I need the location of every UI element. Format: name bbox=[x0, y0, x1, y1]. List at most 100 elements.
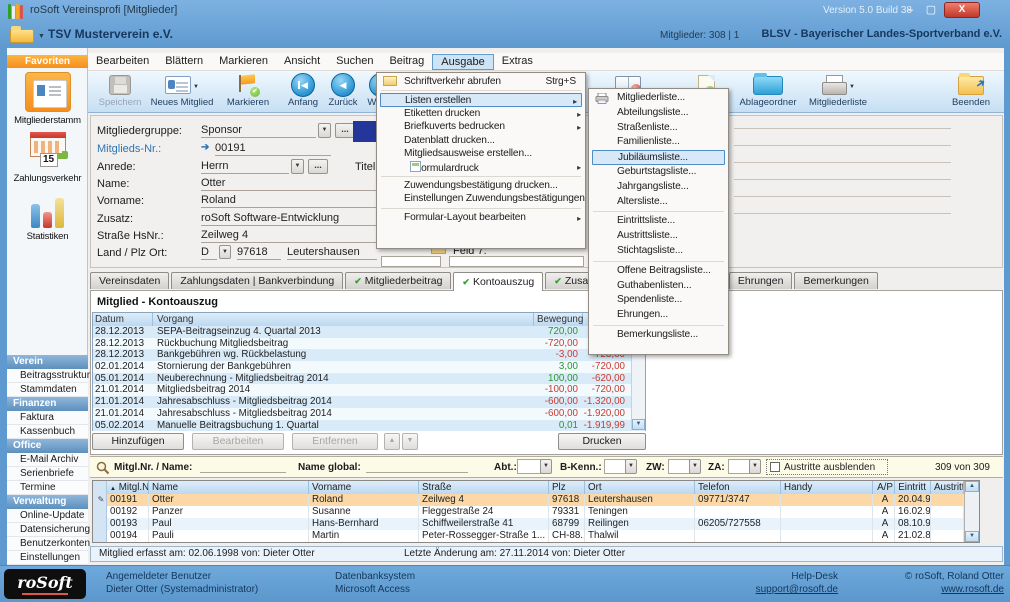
column-header[interactable]: Handy bbox=[781, 481, 873, 494]
menu-ausgabe[interactable]: Ausgabe bbox=[432, 54, 493, 70]
bkenn-select[interactable] bbox=[604, 459, 626, 474]
sidebar-item-serienbriefe[interactable]: Serienbriefe bbox=[7, 467, 88, 481]
remove-button[interactable]: Entfernen bbox=[292, 433, 378, 450]
menu-markieren[interactable]: Markieren bbox=[211, 54, 276, 70]
dropdown-button[interactable]: ▼ bbox=[625, 459, 637, 474]
strasse-field[interactable]: Zeilweg 4 bbox=[201, 228, 377, 243]
field-box[interactable] bbox=[381, 256, 441, 267]
add-button[interactable]: Hinzufügen bbox=[92, 433, 184, 450]
field-box[interactable] bbox=[449, 256, 584, 267]
column-header[interactable]: Ort bbox=[585, 481, 695, 494]
close-button[interactable]: X bbox=[944, 2, 980, 18]
new-member-button[interactable]: Neues Mitglied bbox=[146, 73, 218, 108]
submenu-item-jubilaeumsliste[interactable]: Jubiläumsliste... bbox=[592, 150, 725, 165]
print-button[interactable]: Drucken bbox=[558, 433, 646, 450]
ellipsis-button[interactable]: ... bbox=[308, 159, 328, 174]
sidebar-item-mitgliederstamm[interactable]: Mitgliederstamm bbox=[7, 72, 88, 126]
column-header[interactable]: Telefon bbox=[695, 481, 781, 494]
ort-field[interactable]: Leutershausen bbox=[287, 245, 377, 260]
table-row[interactable]: 05.02.2014Manuelle Beitragsbuchung 1. Qu… bbox=[93, 420, 645, 432]
move-down-button[interactable]: ▼ bbox=[402, 433, 418, 450]
website-link[interactable]: www.rosoft.de bbox=[846, 584, 1004, 595]
submenu-item-spendenliste[interactable]: Spendenliste... bbox=[589, 293, 728, 308]
grid-row[interactable]: 00192PanzerSusanneFleggestraße 2479331Te… bbox=[93, 506, 979, 518]
mark-button[interactable]: ✔Markieren bbox=[220, 73, 276, 108]
sidebar-item-zahlungsverkehr[interactable]: 15 Zahlungsverkehr bbox=[7, 132, 88, 184]
tab-mitgliederbeitrag[interactable]: Mitgliederbeitrag bbox=[345, 272, 451, 289]
table-row[interactable]: 21.01.2014Jahresabschluss - Mitgliedsbei… bbox=[93, 408, 645, 420]
sidebar-item-email-archiv[interactable]: E-Mail Archiv bbox=[7, 453, 88, 467]
plz-field[interactable]: 97618 bbox=[237, 245, 281, 260]
abteilung-select[interactable] bbox=[517, 459, 541, 474]
column-header[interactable]: A/P bbox=[873, 481, 895, 494]
column-header[interactable]: Vorname bbox=[309, 481, 419, 494]
dropdown-button[interactable]: ▼ bbox=[318, 123, 331, 138]
column-header[interactable]: Austritt bbox=[931, 481, 964, 494]
sidebar-item-beitragsstruktur[interactable]: Beitragsstruktur bbox=[7, 369, 88, 383]
tab-ehrungen[interactable]: Ehrungen bbox=[729, 272, 793, 289]
minimize-button[interactable] bbox=[900, 3, 920, 18]
vorname-field[interactable]: Roland bbox=[201, 193, 377, 208]
mitgliedsnr-field[interactable]: 00191 bbox=[215, 141, 331, 156]
submenu-item-offene-beitragsliste[interactable]: Offene Beitragsliste... bbox=[589, 264, 728, 279]
grid-row-selected[interactable]: ✎ 00191OtterRolandZeilweg 497618Leutersh… bbox=[93, 494, 979, 506]
menu-item-mitgliedsausweise[interactable]: Mitgliedsausweise erstellen... bbox=[377, 147, 585, 160]
submenu-item-bemerkungsliste[interactable]: Bemerkungsliste... bbox=[589, 328, 728, 343]
menu-item-etiketten[interactable]: Etiketten drucken bbox=[377, 107, 585, 120]
tab-kontoauszug[interactable]: Kontoauszug bbox=[453, 272, 543, 291]
table-row[interactable]: 28.12.2013Rückbuchung Mitgliedsbeitrag-7… bbox=[93, 338, 645, 350]
submenu-item-austrittsliste[interactable]: Austrittsliste... bbox=[589, 229, 728, 244]
mitgliedergruppe-field[interactable]: Sponsor bbox=[201, 123, 316, 138]
dropdown-button[interactable]: ▼ bbox=[689, 459, 701, 474]
dropdown-button[interactable]: ▼ bbox=[219, 245, 231, 259]
table-row[interactable]: 21.01.2014Mitgliedsbeitrag 2014-100,00-7… bbox=[93, 384, 645, 396]
nav-first-button[interactable]: Anfang bbox=[284, 73, 322, 108]
menu-item-formular-layout[interactable]: Formular-Layout bearbeiten bbox=[377, 211, 585, 224]
submenu-item-stichtagsliste[interactable]: Stichtagsliste... bbox=[589, 244, 728, 259]
column-header[interactable]: Bewegung bbox=[534, 313, 583, 326]
submenu-item-abteilungsliste[interactable]: Abteilungsliste... bbox=[589, 106, 728, 121]
sidebar-item-benutzerkonten[interactable]: Benutzerkonten bbox=[7, 537, 88, 551]
dropdown-caret-icon[interactable] bbox=[849, 80, 855, 91]
menu-item-briefkuverts[interactable]: Briefkuverts bedrucken bbox=[377, 120, 585, 133]
submenu-item-guthabenlisten[interactable]: Guthabenlisten... bbox=[589, 279, 728, 294]
dropdown-caret-icon[interactable] bbox=[193, 80, 199, 91]
move-up-button[interactable]: ▲ bbox=[384, 433, 400, 450]
menu-item-formulardruck[interactable]: Formulardruck bbox=[377, 160, 585, 173]
submenu-item-altersliste[interactable]: Altersliste... bbox=[589, 195, 728, 210]
column-header[interactable]: Eintritt bbox=[895, 481, 931, 494]
table-row[interactable]: 21.01.2014Jahresabschluss - Mitgliedsbei… bbox=[93, 396, 645, 408]
sidebar-item-online-update[interactable]: Online-Update bbox=[7, 509, 88, 523]
zusatz-field[interactable]: roSoft Software-Entwicklung bbox=[201, 211, 377, 226]
tab-zahlungsdaten[interactable]: Zahlungsdaten | Bankverbindung bbox=[171, 272, 343, 289]
column-header-mitglnr[interactable]: ▲ Mitgl.Nr. bbox=[107, 481, 149, 494]
member-list-button[interactable]: Mitgliederliste bbox=[802, 73, 874, 108]
dropdown-button[interactable]: ▼ bbox=[291, 159, 304, 174]
menu-beitrag[interactable]: Beitrag bbox=[381, 54, 432, 70]
grid-row[interactable]: 00194PauliMartinPeter-Rossegger-Straße 1… bbox=[93, 530, 979, 542]
menu-item-zuwendung-einstellungen[interactable]: Einstellungen Zuwendungsbestätigungen bbox=[377, 192, 585, 205]
helpdesk-link[interactable]: support@rosoft.de bbox=[700, 584, 838, 595]
menu-suchen[interactable]: Suchen bbox=[328, 54, 381, 70]
submenu-item-mitgliederliste[interactable]: Mitgliederliste... bbox=[589, 91, 728, 106]
submenu-item-eintrittsliste[interactable]: Eintrittsliste... bbox=[589, 214, 728, 229]
archive-folder-button[interactable]: Ablageordner bbox=[736, 73, 800, 108]
hide-exits-checkbox[interactable] bbox=[770, 462, 780, 472]
dropdown-button[interactable]: ▼ bbox=[749, 459, 761, 474]
tab-vereinsdaten[interactable]: Vereinsdaten bbox=[90, 272, 169, 289]
sidebar-item-termine[interactable]: Termine bbox=[7, 481, 88, 495]
menu-item-zuwendung-drucken[interactable]: Zuwendungsbestätigung drucken... bbox=[377, 179, 585, 192]
menu-blaettern[interactable]: Blättern bbox=[157, 54, 211, 70]
column-header[interactable]: Straße bbox=[419, 481, 549, 494]
global-search-input[interactable] bbox=[366, 458, 468, 473]
nav-back-button[interactable]: Zurück bbox=[324, 73, 362, 108]
column-header[interactable]: Datum bbox=[93, 313, 153, 326]
scroll-down-button[interactable]: ▼ bbox=[965, 531, 979, 542]
column-header[interactable]: Vorgang bbox=[153, 313, 534, 326]
club-selector-caret-icon[interactable]: ▼ bbox=[38, 33, 45, 40]
menu-item-schriftverkehr[interactable]: Schriftverkehr abrufenStrg+S bbox=[377, 75, 585, 88]
table-row[interactable]: 28.12.2013SEPA-Beitragseinzug 4. Quartal… bbox=[93, 326, 645, 338]
dropdown-button[interactable]: ▼ bbox=[540, 459, 552, 474]
submenu-item-geburtstagsliste[interactable]: Geburtstagsliste... bbox=[589, 165, 728, 180]
submenu-item-familienliste[interactable]: Familienliste... bbox=[589, 135, 728, 150]
